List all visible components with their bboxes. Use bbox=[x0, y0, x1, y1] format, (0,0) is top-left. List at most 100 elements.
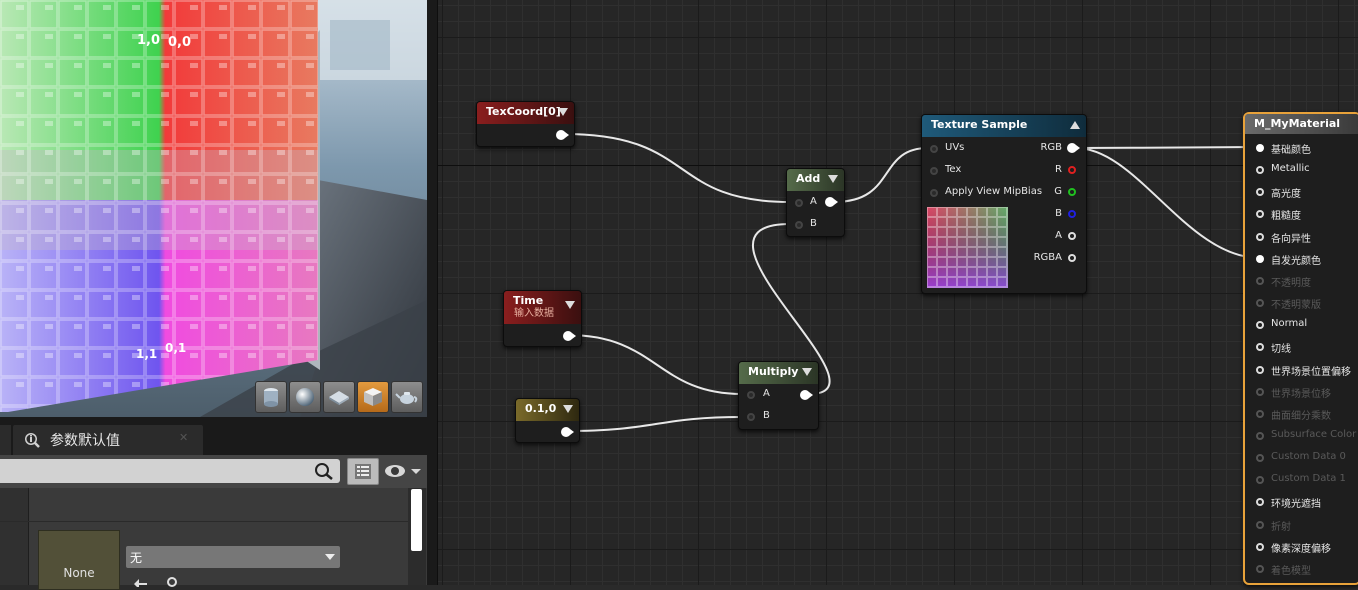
material-input-label: 高光度 bbox=[1271, 189, 1301, 201]
previous-tab[interactable] bbox=[0, 425, 11, 455]
material-input-pin[interactable] bbox=[1256, 564, 1264, 573]
use-selected-arrow-icon[interactable] bbox=[133, 575, 149, 587]
texture-asset-dropdown[interactable]: 无 bbox=[126, 546, 340, 568]
node-title: 0.1,0 bbox=[525, 402, 557, 415]
pin-label: Tex bbox=[945, 164, 962, 175]
material-input-pin[interactable] bbox=[1256, 520, 1264, 529]
view-options-grid-button[interactable] bbox=[347, 458, 379, 485]
column-divider bbox=[28, 488, 29, 585]
texture-thumbnail[interactable]: None bbox=[38, 530, 120, 590]
time-node[interactable]: Time 输入数据 bbox=[503, 290, 582, 347]
material-input-label: 世界场景位移 bbox=[1271, 388, 1331, 400]
visibility-dropdown[interactable] bbox=[384, 461, 424, 485]
material-input-label: 粗糙度 bbox=[1271, 211, 1301, 223]
material-input-pin[interactable] bbox=[1256, 542, 1264, 551]
material-input-label: 环境光遮挡 bbox=[1271, 499, 1321, 511]
pin-label: B bbox=[763, 410, 770, 421]
output-pin[interactable] bbox=[800, 390, 813, 400]
collapse-arrow-icon[interactable] bbox=[1070, 121, 1080, 129]
teapot-preview-button[interactable] bbox=[391, 381, 423, 413]
cylinder-preview-button[interactable] bbox=[255, 381, 287, 413]
material-input-label: 曲面细分乘数 bbox=[1271, 410, 1331, 422]
material-preview-viewport[interactable]: 1,0 0,0 1,1 0,1 bbox=[0, 0, 427, 417]
material-input-pin[interactable] bbox=[1256, 431, 1264, 440]
material-input-pin[interactable] bbox=[1256, 321, 1264, 330]
material-input-pin[interactable] bbox=[1256, 454, 1264, 463]
node-header: Add bbox=[787, 169, 844, 191]
pin-label: R bbox=[1055, 164, 1062, 175]
pin-label: Apply View MipBias bbox=[945, 186, 1043, 197]
material-input-pin[interactable] bbox=[1256, 166, 1264, 175]
browse-search-icon[interactable] bbox=[164, 575, 180, 587]
plane-preview-button[interactable] bbox=[323, 381, 355, 413]
input-pin-a[interactable] bbox=[795, 199, 803, 207]
material-input-pin[interactable] bbox=[1256, 210, 1264, 219]
collapse-arrow-icon[interactable] bbox=[563, 405, 573, 413]
tab-parameter-defaults[interactable]: 参数默认值 ✕ bbox=[13, 425, 203, 455]
cube-preview-button[interactable] bbox=[357, 381, 389, 413]
texcoord-node[interactable]: TexCoord[0] bbox=[476, 101, 575, 147]
input-pin-a[interactable] bbox=[747, 391, 755, 399]
material-input-label: Custom Data 1 bbox=[1271, 473, 1346, 485]
output-pin[interactable] bbox=[556, 130, 569, 140]
preview-render: 1,0 0,0 1,1 0,1 bbox=[0, 0, 427, 417]
material-input-pin[interactable] bbox=[1256, 343, 1264, 352]
input-pin-b[interactable] bbox=[795, 221, 803, 229]
output-pin-rgba[interactable] bbox=[1068, 254, 1076, 262]
material-input-pin[interactable] bbox=[1256, 276, 1264, 285]
output-pin-g[interactable] bbox=[1068, 188, 1076, 196]
tab-label: 参数默认值 bbox=[50, 433, 120, 449]
collapse-arrow-icon[interactable] bbox=[558, 108, 568, 116]
material-input-label: Metallic bbox=[1271, 163, 1310, 175]
output-pin-b[interactable] bbox=[1068, 210, 1076, 218]
node-header: 0.1,0 bbox=[516, 399, 579, 421]
scrollbar-thumb[interactable] bbox=[411, 489, 422, 551]
add-node[interactable]: Add A B bbox=[786, 168, 845, 237]
collapse-arrow-icon[interactable] bbox=[565, 301, 575, 309]
multiply-node[interactable]: Multiply A B bbox=[738, 361, 819, 430]
collapse-arrow-icon[interactable] bbox=[802, 368, 812, 376]
output-pin-a[interactable] bbox=[1068, 232, 1076, 240]
material-input-pin[interactable] bbox=[1256, 232, 1264, 241]
material-input-pin[interactable] bbox=[1256, 387, 1264, 396]
material-input-pin[interactable] bbox=[1256, 299, 1264, 308]
input-pin-b[interactable] bbox=[747, 413, 755, 421]
texture-sample-node[interactable]: Texture Sample UVs Tex Apply View MipBia… bbox=[921, 114, 1087, 294]
node-header: Multiply bbox=[739, 362, 818, 384]
output-pin-r[interactable] bbox=[1068, 166, 1076, 174]
output-pin[interactable] bbox=[825, 197, 838, 207]
plane-icon bbox=[329, 391, 349, 405]
sphere-preview-button[interactable] bbox=[289, 381, 321, 413]
tab-close-icon[interactable]: ✕ bbox=[179, 431, 188, 444]
category-column bbox=[0, 488, 28, 585]
output-pin[interactable] bbox=[563, 331, 576, 341]
pin-label: RGBA bbox=[1033, 252, 1062, 263]
input-pin-uvs[interactable] bbox=[930, 145, 938, 153]
material-input-pin[interactable] bbox=[1256, 144, 1264, 152]
search-input[interactable] bbox=[0, 459, 340, 483]
material-input-pin[interactable] bbox=[1256, 365, 1264, 374]
material-input-label: Normal bbox=[1271, 318, 1308, 330]
tile-label: 0,0 bbox=[168, 35, 191, 50]
output-pin[interactable] bbox=[561, 427, 574, 437]
node-title: Add bbox=[796, 172, 821, 185]
chevron-down-icon bbox=[325, 554, 335, 560]
material-input-pin[interactable] bbox=[1256, 476, 1264, 485]
constant2vector-node[interactable]: 0.1,0 bbox=[515, 398, 580, 443]
preview-mesh-toolbar bbox=[255, 381, 423, 413]
material-input-pin[interactable] bbox=[1256, 254, 1264, 263]
material-input-pin[interactable] bbox=[1256, 409, 1264, 418]
panel-splitter[interactable] bbox=[427, 0, 437, 585]
output-pin-rgb[interactable] bbox=[1067, 143, 1080, 153]
node-title: Time bbox=[513, 294, 544, 307]
input-pin-tex[interactable] bbox=[930, 167, 938, 175]
material-result-node[interactable]: M_MyMaterial 基础颜色 Metallic 高光度 粗糙度 各向异性 自发光颜色… bbox=[1243, 112, 1358, 585]
parameter-defaults-panel: 参数默认值 ✕ None 无 bbox=[0, 417, 427, 590]
collapse-arrow-icon[interactable] bbox=[828, 175, 838, 183]
cube-icon bbox=[364, 388, 382, 406]
material-input-pin[interactable] bbox=[1256, 498, 1264, 507]
material-input-pin[interactable] bbox=[1256, 188, 1264, 197]
node-title: M_MyMaterial bbox=[1254, 117, 1341, 130]
material-input-label: 自发光颜色 bbox=[1271, 255, 1321, 267]
input-pin-mipbias[interactable] bbox=[930, 189, 938, 197]
